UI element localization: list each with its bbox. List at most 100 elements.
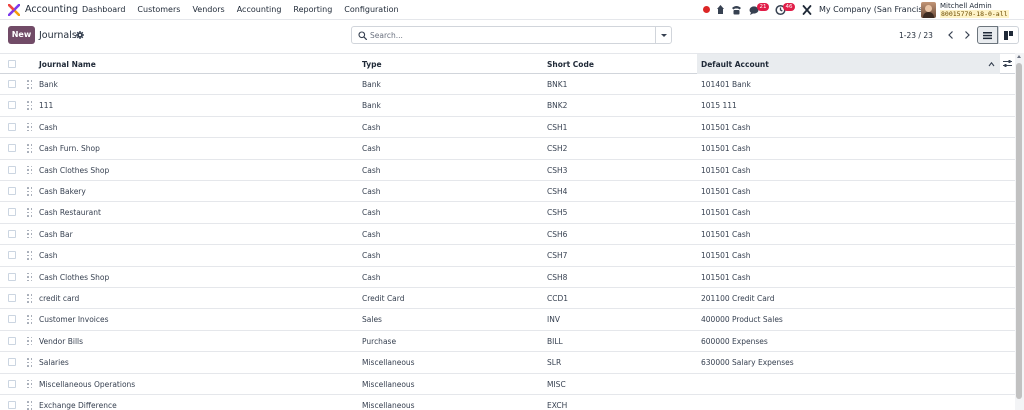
table-row[interactable]: Cash Restaurant Cash CSH5 101501 Cash xyxy=(0,202,1015,224)
list-view-button[interactable] xyxy=(977,26,998,44)
default-account-cell: 101501 Cash xyxy=(701,122,751,132)
drag-handle-icon[interactable] xyxy=(27,315,33,324)
drag-handle-icon[interactable] xyxy=(27,229,33,239)
search-icon[interactable] xyxy=(358,31,367,40)
menu-item-accounting[interactable]: Accounting xyxy=(237,5,282,14)
table-row[interactable]: Cash Bar Cash CSH6 101501 Cash xyxy=(0,224,1015,246)
search-options-toggle[interactable] xyxy=(655,27,671,43)
row-checkbox[interactable] xyxy=(8,208,16,217)
table-row[interactable]: Cash Clothes Shop Cash CSH3 101501 Cash xyxy=(0,160,1015,181)
company-switcher[interactable]: My Company (San Francisco) xyxy=(819,5,935,14)
row-checkbox[interactable] xyxy=(8,122,16,131)
row-checkbox[interactable] xyxy=(8,165,16,174)
new-button[interactable]: New xyxy=(8,26,35,44)
sort-ascending-chevron-up-icon[interactable] xyxy=(988,61,995,67)
table-row[interactable]: Cash Cash CSH1 101501 Cash xyxy=(0,117,1015,139)
drag-handle-icon[interactable] xyxy=(27,379,33,389)
table-row[interactable]: Cash Clothes Shop Cash CSH8 101501 Cash xyxy=(0,267,1015,288)
drag-handle-icon[interactable] xyxy=(27,187,33,196)
menu-item-customers[interactable]: Customers xyxy=(137,5,180,14)
row-checkbox[interactable] xyxy=(8,315,16,324)
column-header-journal-name[interactable]: Journal Name xyxy=(39,60,96,69)
user-avatar[interactable] xyxy=(921,2,936,18)
journal-name-cell: Customer Invoices xyxy=(39,315,109,325)
phone-icon[interactable] xyxy=(731,4,742,16)
column-header-short-code[interactable]: Short Code xyxy=(547,60,594,69)
next-page-chevron-right-icon[interactable] xyxy=(959,27,975,43)
row-checkbox[interactable] xyxy=(8,336,16,345)
short-code-cell: CSH7 xyxy=(547,251,568,261)
row-checkbox[interactable] xyxy=(8,294,16,302)
pager-value[interactable]: 1-23 / 23 xyxy=(899,31,933,40)
menu-item-reporting[interactable]: Reporting xyxy=(293,5,332,14)
journal-name-cell: Cash Furn. Shop xyxy=(39,144,100,154)
row-checkbox[interactable] xyxy=(8,358,16,367)
drag-handle-icon[interactable] xyxy=(27,208,33,217)
drag-handle-icon[interactable] xyxy=(27,122,33,132)
table-row[interactable]: Miscellaneous Operations Miscellaneous MIS… xyxy=(0,374,1015,395)
row-checkbox[interactable] xyxy=(8,144,16,153)
drag-handle-icon[interactable] xyxy=(27,101,33,110)
drag-handle-icon[interactable] xyxy=(27,294,33,303)
table-row[interactable]: Salaries Miscellaneous SLR 630000 Salary Ex… xyxy=(0,352,1015,374)
tools-icon[interactable] xyxy=(802,4,812,16)
default-account-cell: 101501 Cash xyxy=(701,187,751,196)
optional-columns-sliders-icon[interactable] xyxy=(1003,59,1012,68)
short-code-cell: CCD1 xyxy=(547,294,569,303)
menu-item-dashboard[interactable]: Dashboard xyxy=(82,5,125,14)
app-name[interactable]: Accounting xyxy=(25,4,78,15)
user-name[interactable]: Mitchell Admin xyxy=(940,2,992,10)
type-cell: Cash xyxy=(362,208,381,218)
drag-handle-icon[interactable] xyxy=(27,80,33,89)
default-account-cell: 400000 Product Sales xyxy=(701,315,783,325)
accounting-app-icon[interactable] xyxy=(8,4,20,16)
search-bar xyxy=(351,26,672,44)
table-row[interactable]: Cash Bakery Cash CSH4 101501 Cash xyxy=(0,181,1015,203)
drag-handle-icon[interactable] xyxy=(27,358,33,367)
gear-icon[interactable] xyxy=(76,31,84,39)
row-checkbox[interactable] xyxy=(8,80,16,88)
vertical-scrollbar[interactable] xyxy=(1015,53,1024,410)
drag-handle-icon[interactable] xyxy=(27,251,33,260)
row-checkbox[interactable] xyxy=(8,187,16,195)
column-header-default-account[interactable]: Default Account xyxy=(701,60,769,69)
row-checkbox[interactable] xyxy=(8,101,16,110)
select-all-checkbox[interactable] xyxy=(8,60,16,68)
table-row[interactable]: Exchange Difference Miscellaneous EXCH xyxy=(0,395,1015,410)
kanban-view-button[interactable] xyxy=(998,26,1019,44)
table-row[interactable]: Vendor Bills Purchase BILL 600000 Expenses xyxy=(0,331,1015,353)
recording-status-icon[interactable] xyxy=(703,6,710,13)
default-account-cell: 630000 Salary Expenses xyxy=(701,358,794,368)
table-row[interactable]: 111 Bank BNK2 1015 111 xyxy=(0,95,1015,117)
table-row[interactable]: Cash Furn. Shop Cash CSH2 101501 Cash xyxy=(0,138,1015,160)
column-header-type[interactable]: Type xyxy=(362,60,382,69)
scrollbar-thumb[interactable] xyxy=(1016,63,1022,399)
search-input[interactable] xyxy=(370,29,650,41)
row-checkbox[interactable] xyxy=(8,401,16,409)
table-row[interactable]: credit card Credit Card CCD1 201100 Credit … xyxy=(0,288,1015,310)
row-checkbox[interactable] xyxy=(8,251,16,260)
default-account-cell: 201100 Credit Card xyxy=(701,294,775,303)
table-header: Journal Name Type Short Code Default Acc… xyxy=(0,53,1015,74)
menu-item-configuration[interactable]: Configuration xyxy=(344,5,398,14)
default-account-cell: 101501 Cash xyxy=(701,208,751,218)
drag-handle-icon[interactable] xyxy=(27,401,33,410)
drag-handle-icon[interactable] xyxy=(27,165,33,175)
default-account-cell: 101501 Cash xyxy=(701,272,751,282)
scroll-up-arrow-icon[interactable] xyxy=(1017,55,1021,58)
drag-handle-icon[interactable] xyxy=(27,144,33,153)
short-code-cell: EXCH xyxy=(547,401,568,410)
menu-item-vendors[interactable]: Vendors xyxy=(192,5,224,14)
type-cell: Purchase xyxy=(362,336,397,346)
row-checkbox[interactable] xyxy=(8,379,16,388)
debug-icon[interactable] xyxy=(716,4,725,16)
row-checkbox[interactable] xyxy=(8,229,16,238)
drag-handle-icon[interactable] xyxy=(27,272,33,282)
drag-handle-icon[interactable] xyxy=(27,336,33,346)
table-row[interactable]: Cash Cash CSH7 101501 Cash xyxy=(0,245,1015,267)
previous-page-chevron-left-icon[interactable] xyxy=(943,27,959,43)
table-row[interactable]: Customer Invoices Sales INV 400000 Product … xyxy=(0,309,1015,331)
type-cell: Miscellaneous xyxy=(362,401,415,410)
table-row[interactable]: Bank Bank BNK1 101401 Bank xyxy=(0,74,1015,96)
row-checkbox[interactable] xyxy=(8,272,16,281)
